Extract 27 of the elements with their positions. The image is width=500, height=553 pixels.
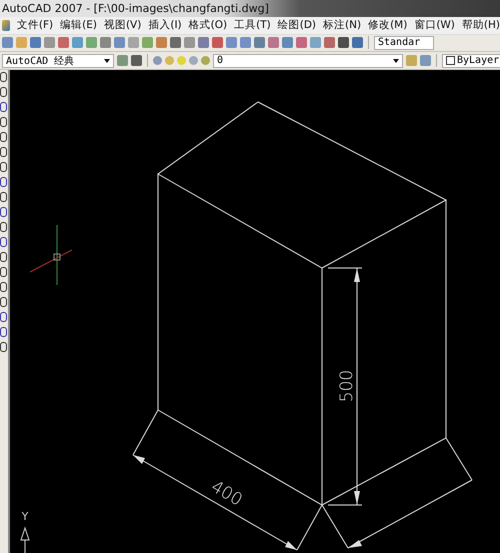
ucs-axis-icon [20, 528, 30, 553]
menu-item[interactable]: 帮助(H) [462, 18, 500, 32]
window-title: AutoCAD 2007 - [F:\00-images\changfangti.dwg] [2, 2, 269, 15]
tool-icon[interactable] [338, 37, 349, 48]
menu-item[interactable]: 插入(I) [148, 18, 182, 32]
axis-label: Y [22, 510, 28, 523]
caret-icon [104, 58, 110, 63]
text-style-dropdown[interactable]: Standar [374, 36, 434, 50]
menu-item[interactable]: 窗口(W) [414, 18, 455, 32]
dimension-text: 500 [337, 370, 357, 402]
tool-icon[interactable] [131, 55, 142, 66]
workspace-dropdown[interactable]: AutoCAD 经典 [2, 54, 114, 68]
layer-dropdown[interactable]: 0 [213, 54, 403, 68]
menu-item[interactable]: 视图(V) [104, 18, 142, 32]
app-icon[interactable] [2, 20, 10, 31]
dimension-text: 400 [207, 476, 246, 510]
menu-item[interactable]: 工具(T) [234, 18, 271, 32]
crosshair-cursor [30, 224, 72, 286]
menu-item[interactable]: 标注(N) [323, 18, 362, 32]
menu-item[interactable]: 绘图(D) [278, 18, 316, 32]
menu-item[interactable]: 编辑(E) [60, 18, 97, 32]
menu-item[interactable]: 格式(O) [188, 18, 228, 32]
color-dropdown[interactable]: ByLayer [442, 54, 500, 68]
menu-item[interactable]: 修改(M) [368, 18, 408, 32]
caret-icon [393, 58, 399, 63]
menu-item[interactable]: 文件(F) [16, 18, 54, 32]
color-swatch-icon [446, 56, 455, 66]
